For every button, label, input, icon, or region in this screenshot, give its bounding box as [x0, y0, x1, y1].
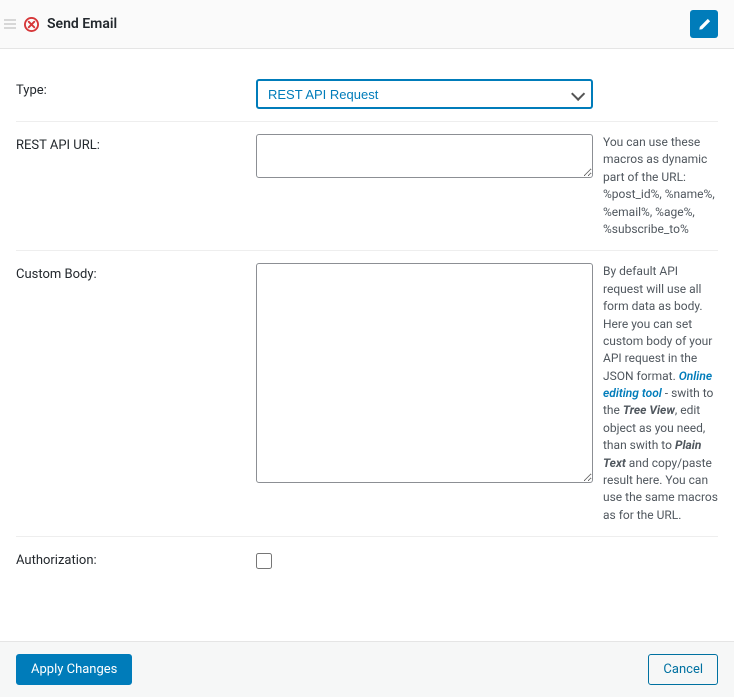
apply-button[interactable]: Apply Changes — [16, 654, 132, 685]
panel-body: Type: REST API URL: You can use these ma… — [0, 49, 734, 641]
header-left: Send Email — [4, 16, 117, 32]
row-body: Custom Body: By default API request will… — [16, 251, 718, 537]
type-label: Type: — [16, 79, 246, 98]
body-help-part1: By default API request will use all form… — [603, 264, 712, 382]
auth-checkbox[interactable] — [256, 553, 272, 569]
body-help-text: By default API request will use all form… — [603, 263, 718, 524]
close-icon[interactable] — [24, 17, 39, 32]
url-input[interactable] — [256, 134, 593, 178]
row-auth: Authorization: — [16, 537, 718, 585]
url-label: REST API URL: — [16, 134, 246, 153]
body-input[interactable] — [256, 263, 593, 483]
pencil-icon — [697, 17, 712, 32]
cancel-button[interactable]: Cancel — [648, 654, 718, 685]
auth-label: Authorization: — [16, 549, 246, 568]
row-url: REST API URL: You can use these macros a… — [16, 122, 718, 251]
type-select-wrap — [256, 79, 593, 109]
type-select[interactable] — [256, 79, 593, 109]
panel-header: Send Email — [0, 0, 734, 49]
panel-title: Send Email — [47, 16, 117, 32]
body-help-tree-view: Tree View — [623, 403, 675, 417]
body-label: Custom Body: — [16, 263, 246, 282]
panel-footer: Apply Changes Cancel — [0, 641, 734, 697]
drag-handle-icon[interactable] — [4, 19, 16, 29]
edit-button[interactable] — [690, 10, 718, 38]
url-help-text: You can use these macros as dynamic part… — [603, 134, 718, 238]
row-type: Type: — [16, 67, 718, 122]
